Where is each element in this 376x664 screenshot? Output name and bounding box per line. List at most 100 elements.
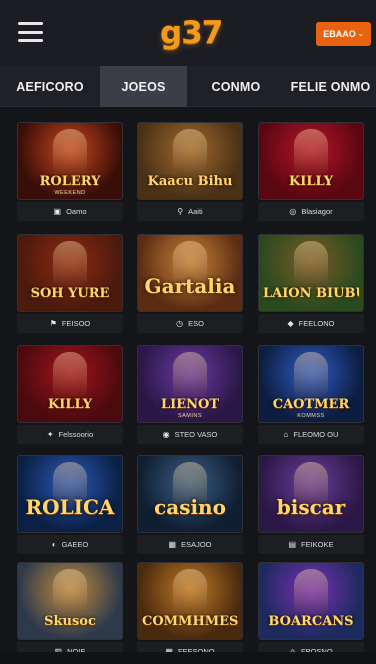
game-card[interactable]: Kaacu Bihu ⚲ Aaiti (137, 122, 243, 223)
game-title: LAION BIUBU (263, 286, 359, 301)
game-card[interactable]: Skusoc▥NOIE (17, 562, 123, 663)
game-card[interactable]: SOH YURE ⚑ FEISOO (17, 234, 123, 335)
game-thumbnail[interactable]: Skusoc (17, 562, 123, 640)
game-thumbnail[interactable]: SOH YURE (17, 234, 123, 312)
bottom-bar (0, 652, 376, 664)
game-thumbnail[interactable]: BOARCANS (258, 562, 364, 640)
game-title: ROLERY (39, 174, 101, 189)
game-card[interactable]: Gartalia ◷ ESO (137, 234, 243, 335)
game-card[interactable]: ROLICA ◐ GAEEO (17, 455, 123, 556)
twitter-icon: ✦ (46, 429, 54, 439)
game-thumbnail[interactable]: Kaacu Bihu (137, 122, 243, 200)
game-title: casino (154, 496, 226, 518)
game-caption-label: FLEOMO OU (293, 430, 339, 439)
game-caption[interactable]: ⚑ FEISOO (17, 314, 123, 333)
tablet-icon: ▣ (53, 206, 62, 216)
tag-icon: ◆ (287, 318, 294, 328)
game-card[interactable]: casino ▦ ESAJOO (137, 455, 243, 556)
account-button[interactable]: EBAAO ⌄ (316, 22, 371, 46)
game-caption[interactable]: ◆ FEELONO (258, 314, 364, 333)
game-thumbnail[interactable]: casino (137, 455, 243, 533)
game-thumbnail[interactable]: ROLICA (17, 455, 123, 533)
game-caption[interactable]: ◐ GAEEO (17, 535, 123, 554)
tab-aeficoro[interactable]: AEFICORO (0, 66, 100, 107)
calendar-icon: ▦ (168, 539, 177, 549)
game-thumbnail[interactable]: ROLERY WEEKEND (17, 122, 123, 200)
game-card[interactable]: LIENOT SAMINS ◉ STEO VASO (137, 345, 243, 446)
game-thumbnail[interactable]: KILLY (17, 345, 123, 423)
game-thumbnail[interactable]: COMMHMES (137, 562, 243, 640)
game-card[interactable]: LAION BIUBU ◆ FEELONO (258, 234, 364, 335)
game-caption-label: ESAJOO (181, 540, 212, 549)
game-caption[interactable]: ⚲ Aaiti (137, 202, 243, 221)
game-card[interactable]: KILLY ✦ Felssoorio (17, 345, 123, 446)
game-caption-label: Blasiagor (301, 207, 333, 216)
game-title: biscar (276, 496, 346, 518)
game-subtitle: SAMINS (177, 413, 203, 419)
game-card[interactable]: biscar ▤ FEIKOKE (258, 455, 364, 556)
clock-icon: ◷ (176, 318, 184, 328)
game-thumbnail[interactable]: LAION BIUBU (258, 234, 364, 312)
game-caption[interactable]: ◎ Blasiagor (258, 202, 364, 221)
game-character-art (294, 569, 328, 615)
brand-logo[interactable]: g37 (160, 14, 223, 52)
game-caption-label: Oamo (66, 207, 87, 216)
game-caption[interactable]: ✦ Felssoorio (17, 425, 123, 444)
game-caption-label: STEO VASO (174, 430, 218, 439)
game-card[interactable]: CAOTMER KOMMSS ⌂ FLEOMO OU (258, 345, 364, 446)
chevron-down-icon: ⌄ (357, 31, 364, 38)
lock-icon: ⌂ (283, 429, 289, 439)
game-caption[interactable]: ◉ STEO VASO (137, 425, 243, 444)
game-title: BOARCANS (268, 614, 354, 629)
tab-conmo[interactable]: CONMO (187, 66, 285, 107)
game-caption-label: Felssoorio (58, 430, 94, 439)
game-thumbnail[interactable]: CAOTMER KOMMSS (258, 345, 364, 423)
game-thumbnail[interactable]: LIENOT SAMINS (137, 345, 243, 423)
game-title: KILLY (288, 174, 334, 189)
game-caption[interactable]: ▤ FEIKOKE (258, 535, 364, 554)
game-caption-label: Aaiti (188, 207, 203, 216)
game-card[interactable]: KILLY ◎ Blasiagor (258, 122, 364, 223)
tab-felie-onmo[interactable]: FELIE ONMO (285, 66, 376, 107)
game-title: Kaacu Bihu (147, 174, 233, 189)
game-title: SOH YURE (30, 286, 110, 301)
game-title: CAOTMER (272, 397, 350, 412)
top-header: g37 EBAAO ⌄ (0, 0, 376, 66)
game-thumbnail[interactable]: Gartalia (137, 234, 243, 312)
game-character-art (173, 569, 207, 615)
game-caption[interactable]: ▦ ESAJOO (137, 535, 243, 554)
game-caption-label: ESO (188, 319, 204, 328)
game-title: COMMHMES (142, 614, 238, 629)
game-caption[interactable]: ▣ Oamo (17, 202, 123, 221)
run-icon: ⚲ (177, 206, 184, 216)
game-character-art (53, 352, 87, 398)
game-title: Skusoc (44, 614, 96, 629)
game-caption-label: GAEEO (61, 540, 89, 549)
globe-icon: ◉ (162, 429, 170, 439)
game-caption-label: FEISOO (61, 319, 91, 328)
game-caption[interactable]: ⌂ FLEOMO OU (258, 425, 364, 444)
game-card[interactable]: COMMHMES▦FEESONO (137, 562, 243, 663)
game-character-art (53, 129, 87, 175)
hamburger-menu-icon[interactable] (18, 22, 43, 42)
game-character-art (173, 129, 207, 175)
game-caption[interactable]: ◷ ESO (137, 314, 243, 333)
account-button-label: EBAAO (323, 29, 356, 39)
game-character-art (53, 569, 87, 615)
doc-icon: ▤ (288, 539, 297, 549)
game-character-art (294, 129, 328, 175)
game-thumbnail[interactable]: biscar (258, 455, 364, 533)
game-title: KILLY (47, 397, 93, 412)
game-caption-label: FEELONO (298, 319, 335, 328)
game-title: Gartalia (144, 275, 236, 297)
game-thumbnail[interactable]: KILLY (258, 122, 364, 200)
game-title: ROLICA (25, 496, 115, 518)
game-character-art (294, 241, 328, 287)
game-character-art (53, 241, 87, 287)
game-subtitle: WEEKEND (54, 190, 86, 196)
game-card[interactable]: ROLERY WEEKEND ▣ Oamo (17, 122, 123, 223)
game-card[interactable]: BOARCANS✧FBOSNO (258, 562, 364, 663)
game-title: LIENOT (160, 397, 219, 412)
refresh-icon: ◐ (51, 539, 57, 549)
tab-joeos[interactable]: JOEOS (100, 66, 187, 107)
